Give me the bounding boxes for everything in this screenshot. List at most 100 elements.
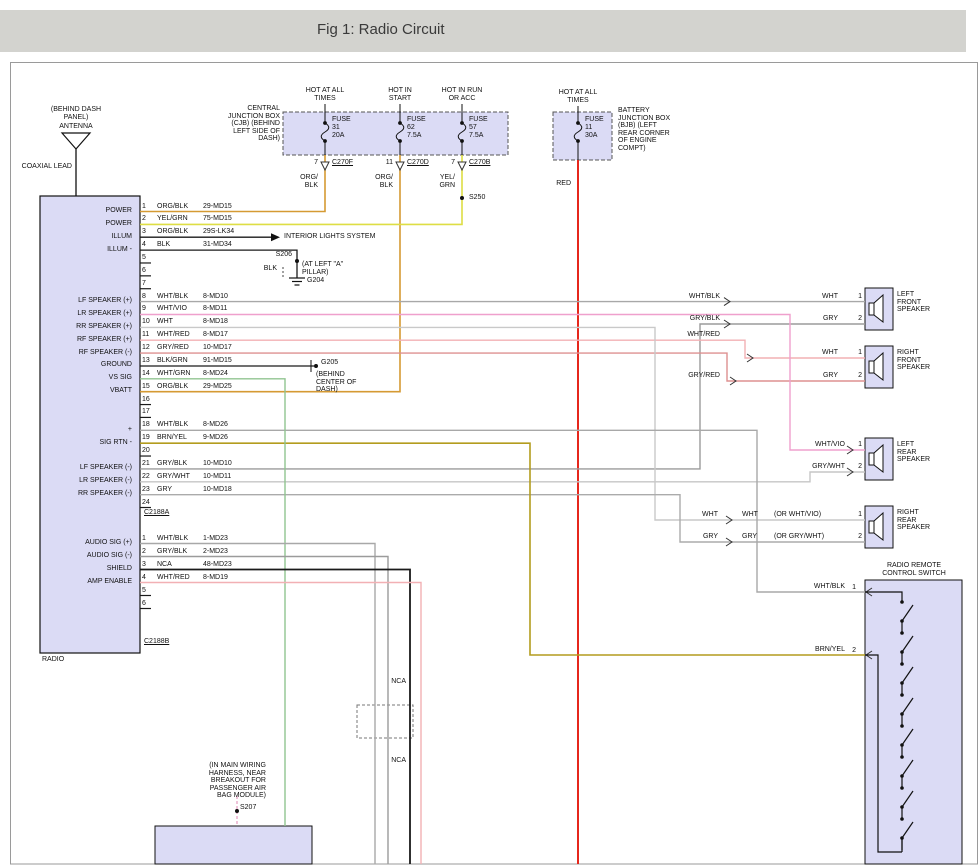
remote-switch-box	[865, 580, 962, 864]
radio-pin-circuit: 8-MD18	[203, 318, 245, 326]
radio-pin-label: ILLUM	[40, 233, 132, 241]
radio-pin-circuit: 8-MD17	[203, 331, 245, 339]
hot-label-fuse57: HOT IN RUN OR ACC	[438, 87, 486, 102]
radio-pin-wire: WHT/BLK	[157, 293, 201, 301]
switch-contact-dot	[900, 631, 904, 635]
radio-pin-number: 4	[142, 241, 156, 249]
s206-wire-label: BLK	[253, 265, 277, 273]
radio-pin-number: 1	[142, 535, 156, 543]
radio-pin-wire: WHT/BLK	[157, 535, 201, 543]
connector-c2188b-link[interactable]: C2188B	[144, 638, 169, 646]
remote-switch-label: RADIO REMOTE CONTROL SWITCH	[872, 562, 956, 577]
connector-c270f-link[interactable]: C270F	[332, 159, 353, 167]
g205-location-note: (BEHIND CENTER OF DASH)	[316, 371, 374, 394]
radio-pin-wire: GRY/BLK	[157, 460, 201, 468]
radio-pin-wire: WHT/GRN	[157, 370, 201, 378]
splice-s207-dot	[235, 809, 239, 813]
radio-pin-circuit: 8-MD24	[203, 370, 245, 378]
switch-contact-dot	[900, 786, 904, 790]
radio-pin-circuit: 29S-LK34	[203, 228, 245, 236]
switch-contact-dot	[900, 755, 904, 759]
nca-label-top: NCA	[380, 678, 406, 686]
lf-wire-far1: WHT/BLK	[684, 293, 720, 301]
radio-pin-number: 24	[142, 499, 156, 507]
connector-c270b-link[interactable]: C270B	[469, 159, 490, 167]
antenna-label: ANTENNA	[44, 123, 108, 131]
left-rear-speaker-label: LEFT REAR SPEAKER	[897, 441, 933, 464]
radio-pin-number: 21	[142, 460, 156, 468]
switch-contact-dot	[900, 662, 904, 666]
radio-pin-number: 7	[142, 280, 156, 288]
radio-pin-label: RF SPEAKER (-)	[40, 349, 132, 357]
rr-wire-alt2: (OR GRY/WHT)	[774, 533, 824, 541]
lf-wire-near1: WHT	[806, 293, 838, 301]
wire-label-yelgrn: YEL/ GRN	[427, 174, 455, 189]
fuse57-name: FUSE 57	[469, 116, 495, 131]
rr-wire-far2: GRY	[690, 533, 718, 541]
cjb-label: CENTRAL JUNCTION BOX (CJB) (BEHIND LEFT …	[214, 105, 280, 143]
radio-pin-circuit: 75-MD15	[203, 215, 245, 223]
page: { "title": "Fig 1: Radio Circuit", "ante…	[0, 0, 979, 865]
connector-c270d-pin: 11	[370, 159, 393, 167]
lf-wire-far2: GRY/BLK	[684, 315, 720, 323]
radio-pin-circuit: 91-MD15	[203, 357, 245, 365]
radio-pin-number: 11	[142, 331, 156, 339]
fuse57-amp: 7.5A	[469, 132, 495, 140]
radio-pin-label: LF SPEAKER (-)	[40, 464, 132, 472]
rr-speaker-pin1: 1	[842, 511, 862, 519]
fuse62-amp: 7.5A	[407, 132, 433, 140]
radio-pin-circuit: 2-MD23	[203, 548, 245, 556]
radio-pin-circuit: 8-MD26	[203, 421, 245, 429]
radio-pin-circuit: 8-MD10	[203, 293, 245, 301]
connector-c270b-pin: 7	[432, 159, 455, 167]
ground-g204-label: G204	[307, 277, 324, 285]
radio-pin-number: 4	[142, 574, 156, 582]
switch-contact-dot	[900, 724, 904, 728]
lf-wire-near2: GRY	[806, 315, 838, 323]
radio-pin-wire: WHT/VIO	[157, 305, 201, 313]
rr-wire-alt1: (OR WHT/VIO)	[774, 511, 821, 519]
radio-pin-number: 5	[142, 587, 156, 595]
radio-pin-number: 20	[142, 447, 156, 455]
remote-wire2-label: BRN/YEL	[795, 646, 845, 654]
radio-pin-number: 15	[142, 383, 156, 391]
splice-s207-label: S207	[240, 804, 256, 812]
nca-label-bottom: NCA	[380, 757, 406, 765]
radio-pin-label: RF SPEAKER (+)	[40, 336, 132, 344]
ground-g205-label: G205	[321, 359, 338, 367]
connector-c270f-pin: 7	[295, 159, 318, 167]
wire-label-red: RED	[545, 180, 571, 188]
radio-pin-circuit: 10-MD18	[203, 486, 245, 494]
radio-pin-number: 3	[142, 228, 156, 236]
radio-pin-circuit: 48-MD23	[203, 561, 245, 569]
fuse11-name: FUSE 11	[585, 116, 611, 131]
lr-speaker-pin1: 1	[842, 441, 862, 449]
radio-pin-wire: GRY/RED	[157, 344, 201, 352]
lr-wire-near2: GRY/WHT	[801, 463, 845, 471]
figure-title: Fig 1: Radio Circuit	[317, 21, 445, 38]
rf-wire-near1: WHT	[806, 349, 838, 357]
radio-pin-label: RR SPEAKER (+)	[40, 323, 132, 331]
radio-pin-number: 13	[142, 357, 156, 365]
speaker-icon	[869, 521, 874, 533]
speaker-icon	[869, 361, 874, 373]
radio-pin-label: ILLUM -	[40, 246, 132, 254]
radio-pin-wire: BLK/GRN	[157, 357, 201, 365]
rf-speaker-pin2: 2	[842, 372, 862, 380]
rr-wire-near2: GRY	[742, 533, 757, 541]
radio-pin-wire: BRN/YEL	[157, 434, 201, 442]
connector-c2188a-link[interactable]: C2188A	[144, 509, 169, 517]
remote-pin1: 1	[842, 584, 856, 592]
figure-title-bar: Fig 1: Radio Circuit	[0, 10, 966, 52]
radio-pin-number: 3	[142, 561, 156, 569]
radio-pin-wire: GRY/WHT	[157, 473, 201, 481]
s206-location-note: (AT LEFT "A" PILLAR)	[302, 261, 350, 276]
radio-pin-number: 23	[142, 486, 156, 494]
radio-pin-wire: WHT/RED	[157, 331, 201, 339]
rr-wire-far1: WHT	[690, 511, 718, 519]
radio-pin-number: 19	[142, 434, 156, 442]
radio-pin-number: 6	[142, 600, 156, 608]
radio-pin-label: GROUND	[40, 361, 132, 369]
connector-c270d-link[interactable]: C270D	[407, 159, 429, 167]
radio-pin-label: RR SPEAKER (-)	[40, 490, 132, 498]
